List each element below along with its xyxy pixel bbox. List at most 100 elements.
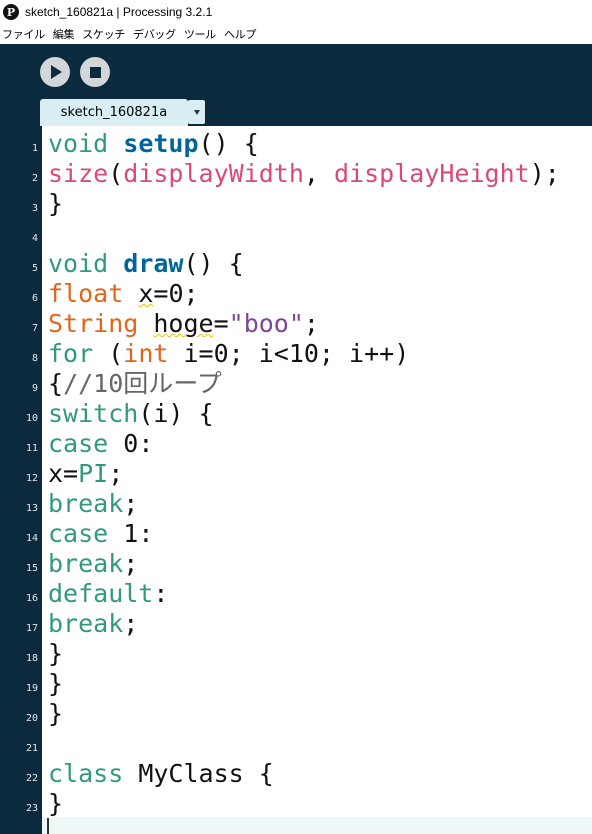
code-token: size [48, 159, 109, 188]
code-token: "boo" [228, 309, 304, 338]
code-token: ; [303, 309, 319, 338]
code-token: switch [48, 399, 139, 428]
code-token: void [48, 129, 109, 158]
line-number: 11 [25, 443, 38, 454]
code-token: break [48, 609, 124, 638]
processing-logo-icon: P [3, 4, 19, 20]
code-line[interactable]: break; [48, 489, 138, 519]
code-line[interactable]: } [48, 189, 63, 219]
tab-menu-button[interactable] [188, 100, 205, 124]
code-line[interactable]: case 1: [48, 519, 153, 549]
line-number: 12 [25, 473, 38, 484]
line-number: 8 [31, 353, 38, 364]
code-line[interactable]: for (int i=0; i<10; i++) [48, 339, 409, 369]
code-token: ; [108, 459, 124, 488]
code-line[interactable]: String hoge="boo"; [48, 309, 319, 339]
line-number: 15 [25, 563, 38, 574]
line-number: 6 [31, 293, 38, 304]
code-line[interactable]: } [48, 639, 63, 669]
window-title: sketch_160821a | Processing 3.2.1 [25, 5, 213, 19]
code-line[interactable]: {//10回ループ [48, 369, 222, 399]
menu-debug[interactable]: デバッグ [133, 26, 181, 42]
tab-strip: sketch_160821a [0, 99, 592, 126]
code-token: (i) { [138, 399, 214, 428]
text-caret [47, 818, 49, 834]
code-token: x [138, 279, 154, 308]
menu-sketch[interactable]: スケッチ [82, 26, 130, 42]
line-number: 22 [25, 773, 38, 784]
code-token: { [48, 369, 64, 398]
code-token: } [48, 189, 64, 218]
code-line[interactable]: } [48, 699, 63, 729]
line-number: 13 [25, 503, 38, 514]
code-token: PI [78, 459, 109, 488]
code-token: ; [123, 549, 139, 578]
code-token: =0; [153, 279, 199, 308]
code-token: float [48, 279, 124, 308]
code-token: String [48, 309, 139, 338]
stop-icon [89, 66, 101, 78]
line-number: 20 [25, 713, 38, 724]
code-token: void [48, 249, 109, 278]
code-token: MyClass { [123, 759, 274, 788]
code-token: 0: [108, 429, 154, 458]
code-line[interactable]: void draw() { [48, 249, 244, 279]
code-line[interactable]: size(displayWidth, displayHeight); [48, 159, 560, 189]
code-area[interactable]: void setup() {size(displayWidth, display… [48, 126, 592, 834]
line-number: 14 [25, 533, 38, 544]
code-token: case [48, 519, 109, 548]
code-token: , [303, 159, 335, 188]
line-number: 21 [25, 743, 38, 754]
code-token: default [48, 579, 154, 608]
code-token: hoge [153, 309, 214, 338]
code-editor[interactable]: 1 2 3 4 5 6 7 8 9 10 11 12 13 14 15 16 17 18 19 20 21 22 23 vo… [0, 126, 592, 834]
code-line[interactable]: } [48, 669, 63, 699]
stop-button[interactable] [80, 57, 110, 87]
code-line[interactable]: break; [48, 609, 138, 639]
menu-file[interactable]: ファイル [2, 26, 50, 42]
code-line[interactable]: case 0: [48, 429, 153, 459]
menu-help[interactable]: ヘルプ [224, 26, 261, 42]
code-token: = [213, 309, 229, 338]
tab-label: sketch_160821a [60, 105, 168, 120]
line-number: 2 [31, 173, 38, 184]
tab-sketch[interactable]: sketch_160821a [40, 99, 188, 126]
code-token: displayHeight [334, 159, 530, 188]
code-token: for [48, 339, 94, 368]
line-number: 5 [31, 263, 38, 274]
code-token: ; [123, 489, 139, 518]
code-line[interactable]: class MyClass { [48, 759, 274, 789]
line-number: 18 [25, 653, 38, 664]
run-button[interactable] [40, 57, 70, 87]
line-number: 16 [25, 593, 38, 604]
code-token: } [48, 699, 64, 728]
code-line[interactable]: } [48, 789, 63, 819]
line-number: 10 [25, 413, 38, 424]
line-number: 19 [25, 683, 38, 694]
code-token: 1: [108, 519, 154, 548]
line-number: 3 [31, 203, 38, 214]
line-number: 1 [31, 143, 38, 154]
code-line[interactable]: break; [48, 549, 138, 579]
menu-edit[interactable]: 編集 [53, 26, 79, 42]
code-token: draw [123, 249, 184, 278]
code-line[interactable]: default: [48, 579, 168, 609]
code-line[interactable]: float x=0; [48, 279, 199, 309]
code-token: ( [93, 339, 124, 368]
code-token: } [48, 669, 64, 698]
toolbar [0, 44, 592, 99]
code-line[interactable]: switch(i) { [48, 399, 214, 429]
code-token: ; [123, 609, 139, 638]
menu-tools[interactable]: ツール [184, 26, 221, 42]
code-token: //10回ループ [63, 369, 222, 398]
code-line[interactable]: void setup() { [48, 129, 259, 159]
code-token: case [48, 429, 109, 458]
code-line[interactable]: x=PI; [48, 459, 123, 489]
code-token: break [48, 489, 124, 518]
line-number: 4 [31, 233, 38, 244]
line-number: 17 [25, 623, 38, 634]
